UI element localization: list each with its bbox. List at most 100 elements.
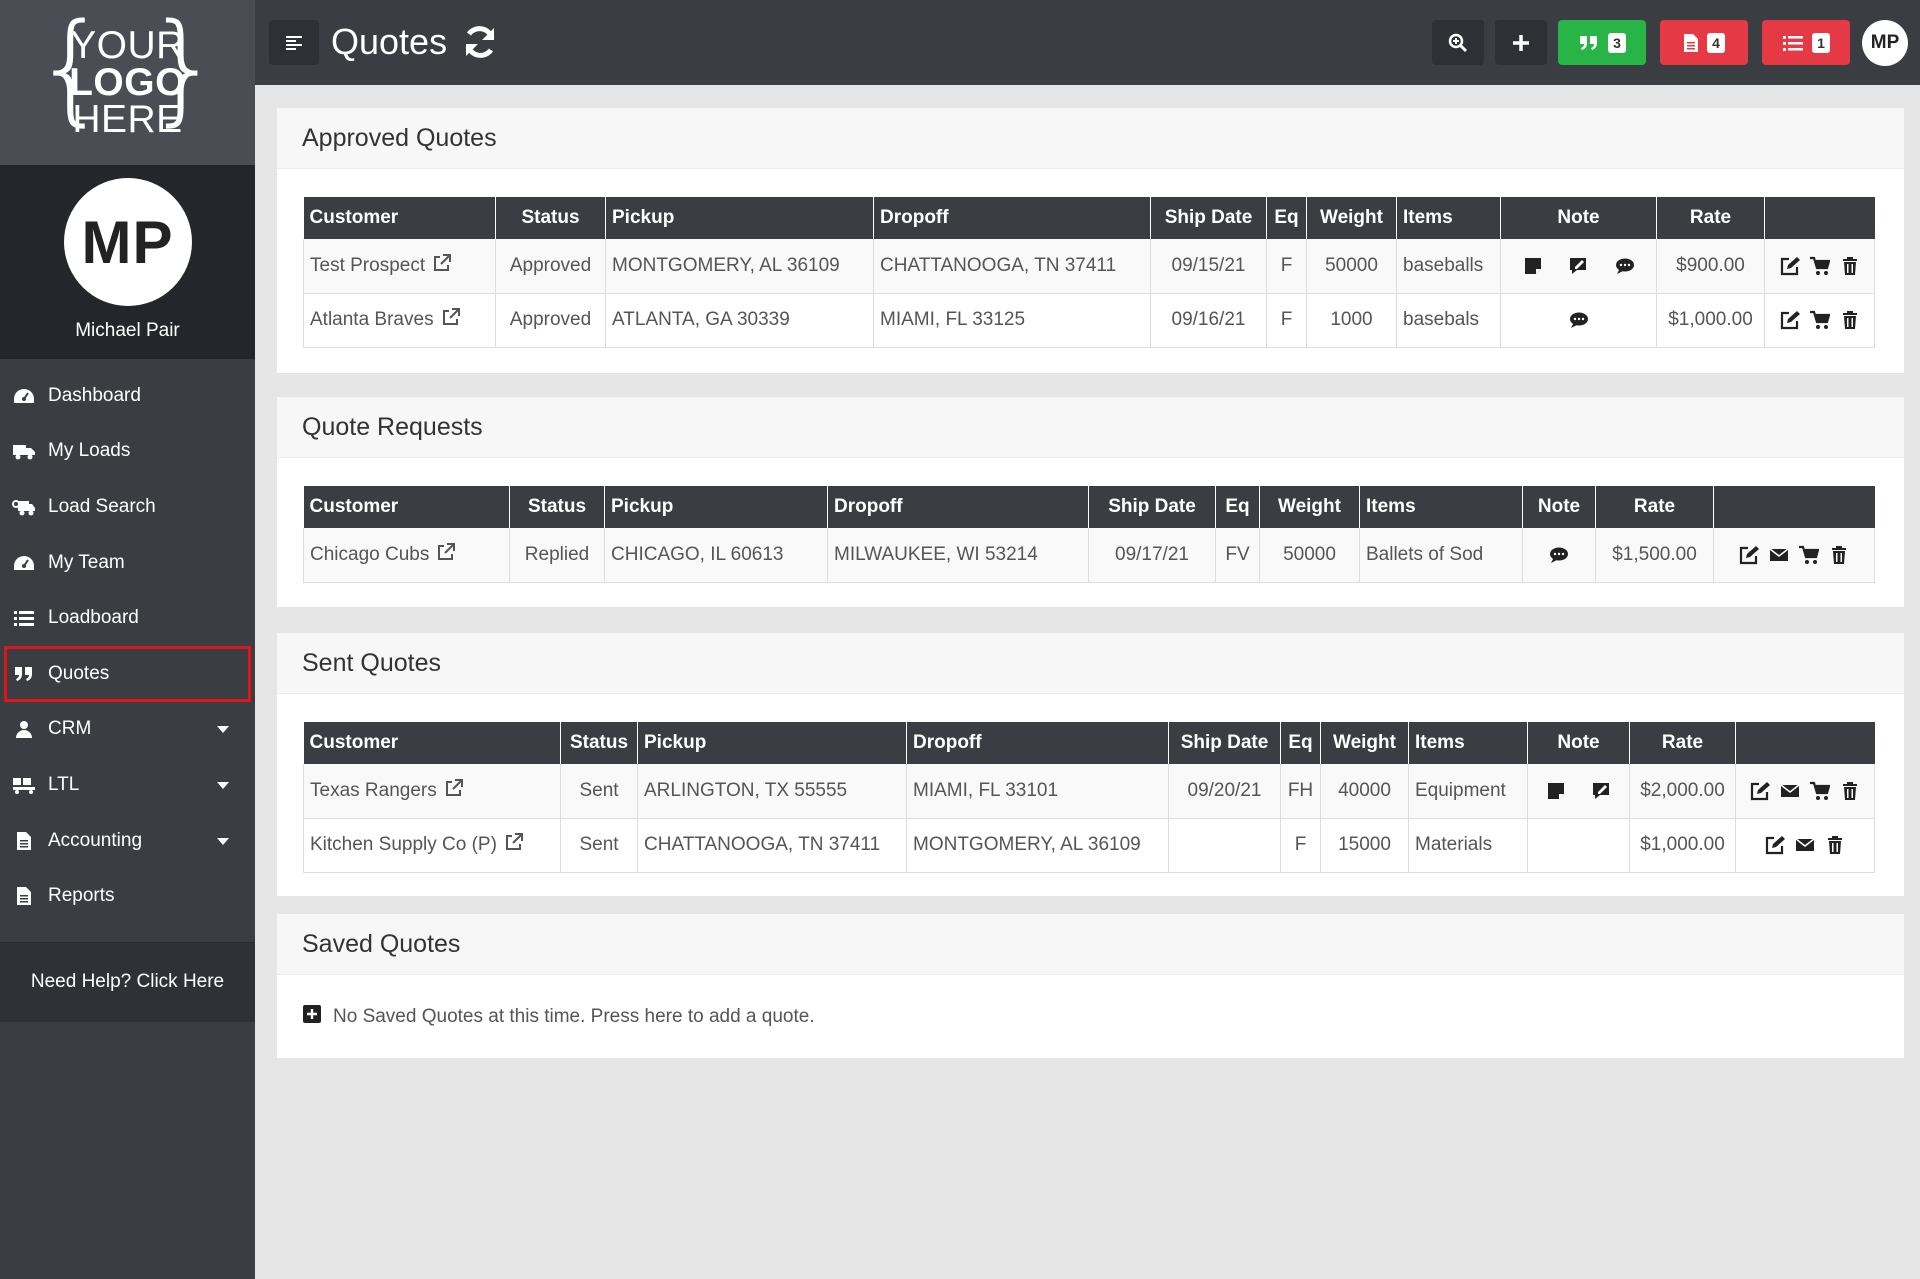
column-header[interactable]: Status	[560, 722, 638, 764]
column-header[interactable]: Rate	[1656, 197, 1765, 239]
sidebar-item-loadboard[interactable]: Loadboard	[0, 590, 255, 646]
column-header[interactable]: Rate	[1629, 722, 1736, 764]
column-header[interactable]: Status	[495, 197, 606, 239]
sidebar-item-reports[interactable]: Reports	[0, 868, 255, 924]
cart-icon[interactable]	[1809, 256, 1830, 276]
column-header[interactable]: Ship Date	[1150, 197, 1267, 239]
sidebar-item-my-loads[interactable]: My Loads	[0, 424, 255, 480]
column-header[interactable]: Note	[1500, 197, 1657, 239]
column-header[interactable]: Dropoff	[873, 197, 1151, 239]
column-header[interactable]: Items	[1359, 486, 1523, 528]
add-quote-link[interactable]: No Saved Quotes at this time. Press here…	[303, 1001, 1878, 1029]
sidebar-item-crm[interactable]: CRM	[0, 702, 255, 758]
column-header[interactable]: Items	[1396, 197, 1501, 239]
file-icon	[1684, 33, 1698, 52]
user-avatar[interactable]: MP	[1862, 20, 1908, 66]
quotes-notification-button[interactable]: 3	[1558, 20, 1646, 65]
add-button[interactable]	[1495, 20, 1547, 65]
logo[interactable]: { YOUR LOGO HERE }	[0, 0, 255, 165]
trash-icon[interactable]	[1840, 781, 1860, 801]
column-header[interactable]: Customer	[303, 197, 496, 239]
edit-icon[interactable]	[1750, 781, 1770, 801]
trash-icon[interactable]	[1840, 256, 1860, 276]
customer-name[interactable]: Test Prospect	[310, 255, 425, 276]
report-icon	[12, 886, 36, 906]
column-header[interactable]: Pickup	[637, 722, 907, 764]
rate-cell: $1,000.00	[1629, 818, 1736, 873]
trash-icon[interactable]	[1829, 545, 1849, 565]
table-row[interactable]: Texas Rangers Sent ARLINGTON, TX 55555 M…	[303, 764, 1875, 819]
sticky-note-icon[interactable]	[1523, 256, 1543, 276]
envelope-icon[interactable]	[1780, 781, 1800, 801]
column-header[interactable]: Weight	[1306, 197, 1397, 239]
sidebar: { YOUR LOGO HERE } MP Michael Pair Dashb…	[0, 0, 255, 1279]
sidebar-item-ltl[interactable]: LTL	[0, 757, 255, 813]
menu-toggle-button[interactable]	[269, 20, 319, 65]
column-header[interactable]: Ship Date	[1168, 722, 1281, 764]
sidebar-item-my-team[interactable]: My Team	[0, 535, 255, 591]
edit-icon[interactable]	[1765, 835, 1785, 855]
sidebar-item-quotes[interactable]: Quotes	[4, 645, 251, 702]
column-header[interactable]: Eq	[1266, 197, 1307, 239]
column-header[interactable]: Pickup	[605, 197, 874, 239]
column-header[interactable]: Weight	[1320, 722, 1409, 764]
column-header[interactable]: Dropoff	[906, 722, 1169, 764]
sticky-note-icon[interactable]	[1546, 781, 1566, 801]
column-header[interactable]: Eq	[1215, 486, 1260, 528]
sidebar-item-accounting[interactable]: Accounting	[0, 813, 255, 869]
envelope-icon[interactable]	[1795, 835, 1815, 855]
trash-icon[interactable]	[1840, 310, 1860, 330]
sidebar-item-load-search[interactable]: Load Search	[0, 479, 255, 535]
column-header[interactable]: Note	[1522, 486, 1596, 528]
table-row[interactable]: Kitchen Supply Co (P) Sent CHATTANOOGA, …	[303, 818, 1875, 873]
cart-icon[interactable]	[1810, 781, 1830, 801]
rate-cell: $900.00	[1656, 239, 1765, 294]
external-link-icon[interactable]	[437, 542, 456, 567]
edit-note-icon[interactable]	[1569, 256, 1589, 276]
customer-name[interactable]: Chicago Cubs	[310, 544, 429, 565]
sidebar-item-dashboard[interactable]: Dashboard	[0, 368, 255, 424]
column-header[interactable]: Note	[1527, 722, 1630, 764]
column-header[interactable]: Rate	[1595, 486, 1714, 528]
external-link-icon[interactable]	[505, 833, 523, 857]
items-cell: Materials	[1408, 818, 1528, 873]
customer-name[interactable]: Texas Rangers	[310, 780, 437, 801]
tasks-notification-button[interactable]: 1	[1762, 20, 1850, 65]
cart-icon[interactable]	[1799, 545, 1819, 565]
column-header[interactable]: Weight	[1259, 486, 1360, 528]
column-header[interactable]: Status	[509, 486, 605, 528]
table-row[interactable]: Chicago Cubs Replied CHICAGO, IL 60613 M…	[303, 528, 1875, 583]
table-row[interactable]: Atlanta Braves Approved ATLANTA, GA 3033…	[303, 293, 1875, 348]
column-header[interactable]: Items	[1408, 722, 1528, 764]
status-cell: Approved	[495, 239, 606, 294]
column-header[interactable]: Eq	[1280, 722, 1321, 764]
avatar[interactable]: MP	[63, 178, 192, 306]
cart-icon[interactable]	[1809, 310, 1830, 330]
external-link-icon[interactable]	[445, 778, 463, 803]
edit-icon[interactable]	[1780, 310, 1800, 330]
comment-icon[interactable]	[1615, 256, 1635, 276]
quote-count-badge: 3	[1608, 32, 1626, 53]
comment-icon[interactable]	[1569, 310, 1589, 330]
actions-cell	[1764, 293, 1875, 348]
envelope-icon[interactable]	[1769, 545, 1789, 565]
column-header[interactable]: Customer	[303, 722, 561, 764]
column-header[interactable]: Pickup	[604, 486, 828, 528]
column-header[interactable]: Ship Date	[1088, 486, 1216, 528]
edit-icon[interactable]	[1739, 545, 1759, 565]
column-header[interactable]: Dropoff	[827, 486, 1089, 528]
documents-notification-button[interactable]: 4	[1660, 20, 1748, 65]
help-link[interactable]: Need Help? Click Here	[0, 941, 255, 1022]
external-link-icon[interactable]	[442, 308, 460, 332]
customer-name[interactable]: Kitchen Supply Co (P)	[310, 834, 497, 855]
comment-icon[interactable]	[1549, 545, 1569, 565]
column-header[interactable]: Customer	[303, 486, 510, 528]
edit-note-icon[interactable]	[1592, 781, 1612, 801]
customer-name[interactable]: Atlanta Braves	[310, 309, 434, 330]
search-button[interactable]	[1432, 20, 1484, 65]
edit-icon[interactable]	[1780, 256, 1800, 276]
table-row[interactable]: Test Prospect Approved MONTGOMERY, AL 36…	[303, 239, 1875, 294]
external-link-icon[interactable]	[433, 253, 452, 278]
refresh-icon[interactable]	[461, 23, 499, 61]
trash-icon[interactable]	[1825, 835, 1845, 855]
